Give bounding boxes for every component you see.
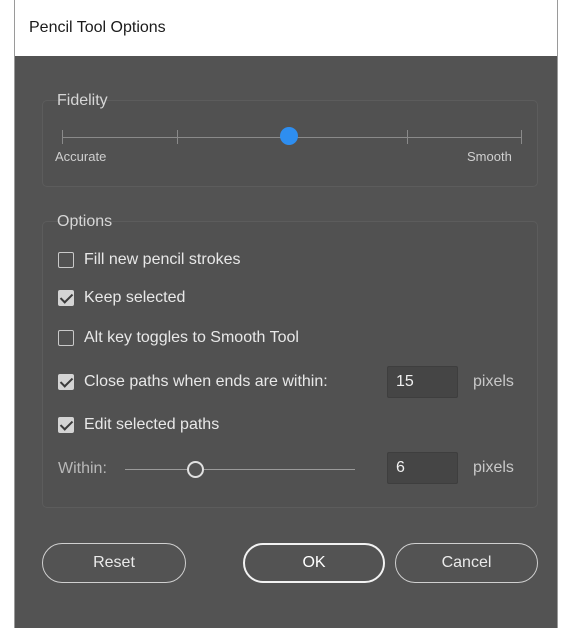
pencil-tool-options-dialog: Pencil Tool Options Fidelity Accurate Sm… [14,0,558,628]
within-slider-track[interactable] [125,469,355,470]
edit-selected-paths-checkbox[interactable] [58,417,74,433]
ok-button[interactable]: OK [243,543,385,583]
dialog-title: Pencil Tool Options [15,0,557,56]
close-paths-option[interactable]: Close paths when ends are within: [58,371,328,393]
close-paths-pixels-input[interactable]: 15 [387,366,458,398]
fidelity-smooth-label: Smooth [467,149,512,164]
fidelity-accurate-label: Accurate [55,149,107,164]
close-paths-label: Close paths when ends are within: [84,373,328,390]
within-label: Within: [58,460,107,477]
edit-selected-paths-option[interactable]: Edit selected paths [58,414,219,436]
alt-key-toggle-checkbox[interactable] [58,330,74,346]
alt-key-toggle-option[interactable]: Alt key toggles to Smooth Tool [58,327,299,349]
within-pixels-input[interactable]: 6 [387,452,458,484]
fill-new-strokes-option[interactable]: Fill new pencil strokes [58,249,241,271]
fidelity-tick [521,130,522,144]
keep-selected-checkbox[interactable] [58,290,74,306]
reset-button[interactable]: Reset [42,543,186,583]
fidelity-tick [407,130,408,144]
fidelity-tick [62,130,63,144]
fidelity-title: Fidelity [57,92,108,109]
options-title: Options [57,213,113,230]
fidelity-slider-thumb[interactable] [280,127,298,145]
keep-selected-label: Keep selected [84,289,186,306]
fidelity-tick [177,130,178,144]
within-slider-thumb[interactable] [187,461,204,478]
fill-new-strokes-checkbox[interactable] [58,252,74,268]
close-paths-unit: pixels [473,373,514,390]
close-paths-checkbox[interactable] [58,374,74,390]
keep-selected-option[interactable]: Keep selected [58,287,185,309]
within-unit: pixels [473,459,514,476]
alt-key-toggle-label: Alt key toggles to Smooth Tool [84,329,299,346]
edit-selected-paths-label: Edit selected paths [84,416,220,433]
fill-new-strokes-label: Fill new pencil strokes [84,251,241,268]
cancel-button[interactable]: Cancel [395,543,538,583]
